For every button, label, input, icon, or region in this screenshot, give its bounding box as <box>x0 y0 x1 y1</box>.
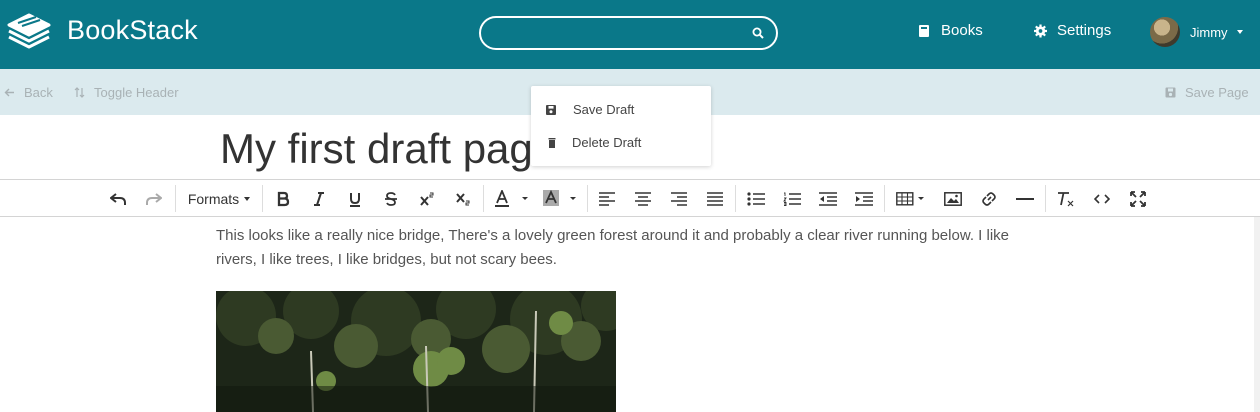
toolbar-divider <box>1045 185 1046 212</box>
clear-formatting-button[interactable] <box>1057 189 1075 209</box>
book-icon <box>919 24 929 37</box>
bullet-list-button[interactable] <box>747 189 765 209</box>
strikethrough-icon <box>385 192 397 206</box>
app-header: BookStack Books Settings Jimmy <box>0 0 1260 69</box>
toolbar-divider <box>884 185 885 212</box>
toggle-header-label: Toggle Header <box>94 85 179 100</box>
toolbar-divider <box>483 185 484 212</box>
code-icon <box>1094 194 1110 204</box>
toggle-header-button[interactable]: Toggle Header <box>74 85 179 100</box>
nav-books-label: Books <box>941 22 983 39</box>
swap-vertical-icon <box>74 87 85 98</box>
toolbar-divider <box>262 185 263 212</box>
underline-icon <box>350 193 360 207</box>
bullet-list-icon <box>747 192 765 206</box>
align-justify-button[interactable] <box>706 189 724 209</box>
numbered-list-icon <box>783 192 801 206</box>
editor-toolbar: Formats <box>0 180 1260 217</box>
align-justify-icon <box>707 192 723 206</box>
user-name: Jimmy <box>1190 24 1228 40</box>
bold-button[interactable] <box>274 189 292 209</box>
draft-dropdown-menu: Save Draft Delete Draft <box>531 86 711 166</box>
undo-icon <box>110 193 126 205</box>
search-input[interactable] <box>479 16 778 50</box>
toolbar-divider <box>587 185 588 212</box>
source-code-button[interactable] <box>1093 189 1111 209</box>
outdent-button[interactable] <box>819 189 837 209</box>
redo-button[interactable] <box>145 189 163 209</box>
numbered-list-button[interactable] <box>783 189 801 209</box>
horizontal-rule-button[interactable] <box>1016 189 1034 209</box>
save-icon <box>1165 87 1176 98</box>
background-color-button[interactable] <box>542 189 578 209</box>
trash-icon <box>548 137 556 148</box>
text-color-icon <box>495 190 528 207</box>
fullscreen-button[interactable] <box>1129 189 1147 209</box>
toolbar-divider <box>175 185 176 212</box>
scrollbar[interactable] <box>1254 217 1260 412</box>
avatar <box>1150 17 1180 47</box>
align-center-icon <box>635 192 651 206</box>
brand-name[interactable]: BookStack <box>67 15 198 46</box>
nav-settings-link[interactable]: Settings <box>1034 22 1111 39</box>
nav-settings-label: Settings <box>1057 22 1112 39</box>
formats-label: Formats <box>187 191 240 207</box>
undo-button[interactable] <box>109 189 127 209</box>
redo-icon <box>146 193 162 205</box>
user-menu[interactable]: Jimmy <box>1150 17 1243 47</box>
superscript-button[interactable] <box>418 189 436 209</box>
align-left-button[interactable] <box>598 189 616 209</box>
chevron-down-icon <box>244 197 251 201</box>
bookstack-logo-icon[interactable] <box>6 11 52 51</box>
indent-button[interactable] <box>855 189 873 209</box>
insert-link-button[interactable] <box>980 189 998 209</box>
chevron-down-icon <box>1236 30 1243 34</box>
delete-draft-label: Delete Draft <box>572 135 642 150</box>
insert-image-button[interactable] <box>944 189 962 209</box>
back-button[interactable]: Back <box>4 85 53 100</box>
align-right-button[interactable] <box>670 189 688 209</box>
back-label: Back <box>24 85 53 100</box>
align-right-icon <box>671 192 687 206</box>
text-color-button[interactable] <box>494 189 530 209</box>
outdent-icon <box>819 192 837 206</box>
subscript-icon <box>456 193 470 206</box>
formats-dropdown[interactable]: Formats <box>187 189 251 209</box>
table-button[interactable] <box>896 189 926 209</box>
clear-formatting-icon <box>1058 192 1074 207</box>
page-body-text[interactable]: This looks like a really nice bridge, Th… <box>216 224 1016 272</box>
align-center-button[interactable] <box>634 189 652 209</box>
link-icon <box>982 192 996 206</box>
image-icon <box>944 192 962 206</box>
delete-draft-menu-item[interactable]: Delete Draft <box>547 135 641 150</box>
save-draft-label: Save Draft <box>573 102 635 117</box>
toolbar-divider <box>735 185 736 212</box>
gear-icon <box>1034 24 1047 37</box>
nav-books-link[interactable]: Books <box>918 22 983 39</box>
align-left-icon <box>599 192 615 206</box>
underline-button[interactable] <box>346 189 364 209</box>
strikethrough-button[interactable] <box>382 189 400 209</box>
save-draft-menu-item[interactable]: Save Draft <box>546 102 634 117</box>
search-icon[interactable] <box>752 27 764 39</box>
save-page-button[interactable]: Save Page <box>1165 85 1249 100</box>
indent-icon <box>855 192 873 206</box>
page-title-input[interactable]: My first draft page <box>220 125 556 173</box>
save-icon <box>546 104 556 115</box>
arrow-left-icon <box>4 88 14 97</box>
horizontal-rule-icon <box>1016 198 1034 200</box>
forest-bridge-image[interactable] <box>216 291 616 412</box>
table-icon <box>896 192 924 206</box>
italic-button[interactable] <box>310 189 328 209</box>
background-color-icon <box>543 190 576 206</box>
superscript-icon <box>420 192 434 206</box>
italic-icon <box>314 192 324 206</box>
save-page-label: Save Page <box>1185 85 1249 100</box>
bold-icon <box>277 191 290 207</box>
fullscreen-icon <box>1130 191 1146 207</box>
subscript-button[interactable] <box>454 189 472 209</box>
